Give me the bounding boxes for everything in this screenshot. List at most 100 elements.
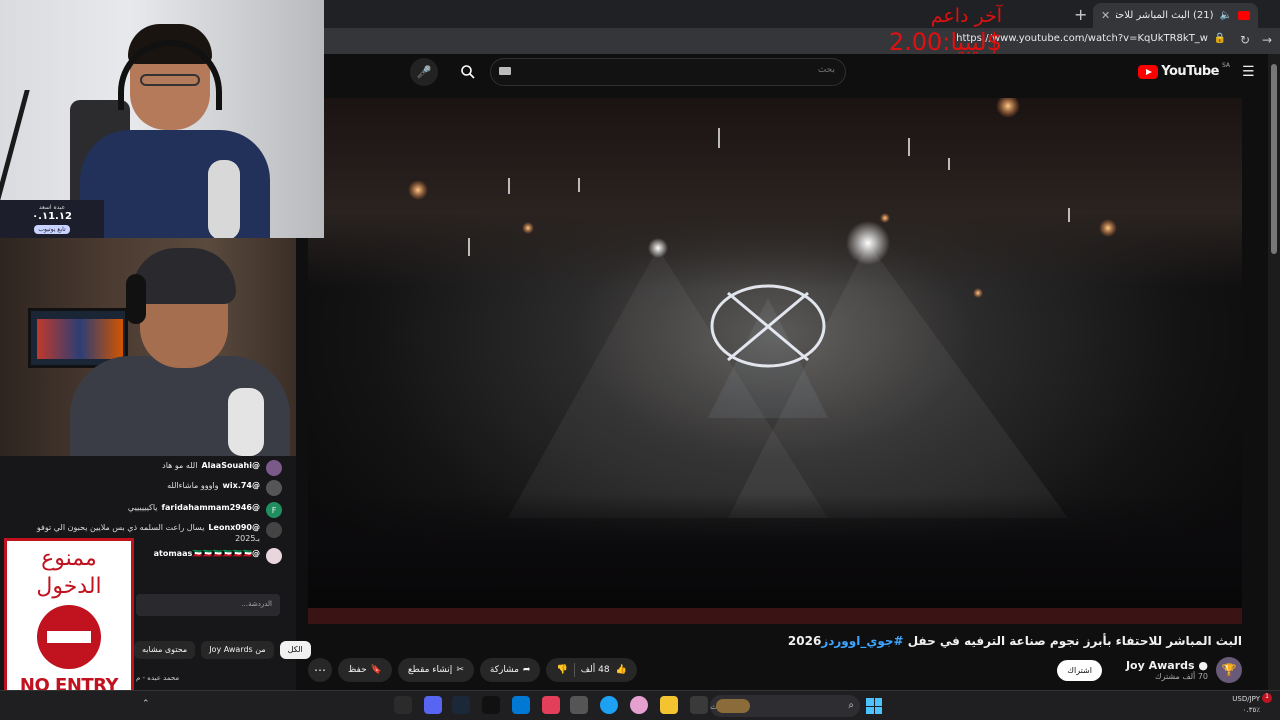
chat-avatar[interactable] <box>266 460 282 476</box>
no-entry-icon <box>37 605 101 669</box>
page-scrollbar[interactable] <box>1268 54 1280 690</box>
task-view-icon[interactable] <box>690 696 708 714</box>
browser-tab-bar: + 🔈 (21) البث المباشر للاحتفاء بأبرز نـ … <box>324 0 1280 28</box>
video-title-year: 2026 <box>787 634 822 648</box>
back-arrow-icon[interactable]: → <box>1262 33 1272 47</box>
chat-text: واووو ماشاءالله <box>167 481 219 490</box>
like-dislike-group: 👍 48 ألف 👎 <box>546 658 637 682</box>
hashtag-link[interactable]: #جوي_اووردز <box>821 634 903 648</box>
more-options-icon[interactable]: ⋯ <box>308 658 332 682</box>
no-entry-ar-line1: ممنوع <box>41 546 97 571</box>
chat-input[interactable]: الدردشة... <box>136 594 280 616</box>
filter-chips: الكل من Joy Awards محتوى مشابه <box>134 641 311 659</box>
channel-row: 🏆 ● Joy Awards 70 ألف مشترك اشتراك <box>1057 655 1242 685</box>
chip-all[interactable]: الكل <box>279 641 311 659</box>
clip-button[interactable]: ✂ إنشاء مقطع <box>397 658 474 682</box>
channel-avatar[interactable]: 🏆 <box>1216 657 1242 683</box>
widget-name: عبده اسعد <box>38 204 66 211</box>
capcut-icon[interactable] <box>482 696 500 714</box>
search-box[interactable] <box>490 58 846 86</box>
video-player[interactable] <box>308 98 1242 624</box>
youtube-favicon-icon <box>1238 11 1250 20</box>
youtube-logo[interactable]: YouTube SA <box>1138 62 1230 79</box>
voice-search-mic-icon[interactable]: 🎤 <box>410 58 438 86</box>
steam-icon[interactable] <box>452 696 470 714</box>
speaker-icon[interactable]: 🔈 <box>1220 10 1232 21</box>
taskbar: ⌃ بحث ⌕ USD/JPY ٠.٣٥٪ 1 <box>0 690 1280 720</box>
subscriber-count: 70 ألف مشترك <box>1154 672 1208 681</box>
channel-name[interactable]: ● Joy Awards <box>1126 659 1208 672</box>
address-bar[interactable]: → ↻ 🔒 https://www.youtube.com/watch?v=Kq… <box>324 28 1280 54</box>
like-button[interactable]: 👍 <box>616 665 627 675</box>
browser-tab[interactable]: 🔈 (21) البث المباشر للاحتفاء بأبرز نـ ✕ <box>1093 3 1258 28</box>
chat-avatar[interactable] <box>266 480 282 496</box>
headset-icon <box>126 274 146 324</box>
notification-badge[interactable]: 1 <box>1262 693 1272 703</box>
microphone <box>208 160 240 238</box>
no-entry-ar-line2: الدخول <box>36 574 102 599</box>
scrollbar-thumb[interactable] <box>1271 64 1277 254</box>
chat-username[interactable]: @faridahammam2946 <box>162 503 260 512</box>
taskbar-search[interactable]: بحث ⌕ <box>710 695 860 717</box>
chat-message: @AlaaSouahiالله مو هاد <box>32 460 282 476</box>
chip-related[interactable]: محتوى مشابه <box>134 641 196 659</box>
subscribe-button[interactable]: اشتراك <box>1057 659 1102 681</box>
divider <box>573 663 575 677</box>
app-icon-red[interactable] <box>542 696 560 714</box>
no-entry-sign: ممنوع الدخول NO ENTRY <box>4 538 134 714</box>
search-input[interactable] <box>535 65 835 75</box>
app-icon-stream[interactable] <box>394 696 412 714</box>
related-video-title[interactable]: محمد عبده - م <box>136 674 179 682</box>
microphone <box>228 388 264 456</box>
search-button[interactable] <box>452 58 484 86</box>
discord-icon[interactable] <box>424 696 442 714</box>
audience <box>308 494 1242 624</box>
dislike-button-icon[interactable]: 👎 <box>556 665 567 675</box>
chat-username[interactable]: @wix.74 <box>223 481 260 490</box>
close-tab-icon[interactable]: ✕ <box>1101 9 1110 22</box>
copilot-icon[interactable] <box>630 696 648 714</box>
chat-text: الله مو هاد <box>162 461 198 470</box>
app-icon-grey[interactable] <box>570 696 588 714</box>
share-icon: ➦ <box>522 665 531 675</box>
chat-avatar[interactable]: F <box>266 502 282 518</box>
share-button[interactable]: ➦ مشاركة <box>479 658 541 682</box>
currency-change: ٠.٣٥٪ <box>1242 706 1260 714</box>
follow-badge: تابع يوتيوب <box>34 225 70 234</box>
scissors-icon: ✂ <box>456 665 464 675</box>
chat-text: 🇰🇼🇰🇼🇰🇼🇰🇼🇰🇼🇰🇼 <box>192 549 252 558</box>
currency-widget[interactable]: USD/JPY ٠.٣٥٪ <box>1232 694 1260 716</box>
file-explorer-icon[interactable] <box>660 696 678 714</box>
country-code: SA <box>1221 62 1230 69</box>
hamburger-menu-icon[interactable]: ☰ <box>1242 65 1256 79</box>
video-title: البث المباشر للاحتفاء بأبرز نجوم صناعة ا… <box>788 634 1242 648</box>
chip-from-channel[interactable]: من Joy Awards <box>201 641 274 659</box>
new-tab-button[interactable]: + <box>1074 5 1087 24</box>
streamer-1 <box>80 24 270 238</box>
site-info-icon[interactable]: 🔒 <box>1214 33 1226 44</box>
youtube-header: 🎤 YouTube SA ☰ <box>324 54 1280 94</box>
chat-username[interactable]: @Leonx090 <box>208 523 260 532</box>
share-label: مشاركة <box>489 665 519 675</box>
chat-avatar[interactable] <box>266 548 282 564</box>
search-icon <box>461 65 475 79</box>
currency-pair: USD/JPY <box>1232 695 1260 703</box>
reload-icon[interactable]: ↻ <box>1240 33 1250 47</box>
last-donor-label: آخر داعم <box>930 5 1002 27</box>
widget-value: ٠.١1.١2 <box>32 211 72 222</box>
tray-overflow-icon[interactable]: ⌃ <box>142 699 150 709</box>
webcam-streamer-2 <box>0 238 296 456</box>
channel-name-text[interactable]: Joy Awards <box>1126 659 1195 672</box>
outlook-icon[interactable] <box>512 696 530 714</box>
edge-icon[interactable] <box>600 696 618 714</box>
keyboard-icon[interactable] <box>499 67 511 75</box>
bookmark-icon: 🔖 <box>370 665 382 675</box>
like-count[interactable]: 48 ألف <box>581 665 610 675</box>
save-button[interactable]: 🔖 حفظ <box>338 658 392 682</box>
screen: + 🔈 (21) البث المباشر للاحتفاء بأبرز نـ … <box>0 0 1280 720</box>
video-actions: 👍 48 ألف 👎 ➦ مشاركة ✂ إنشاء مقطع 🔖 حفظ ⋯ <box>308 658 637 682</box>
chat-username[interactable]: @AlaaSouahi <box>201 461 260 470</box>
chat-avatar[interactable] <box>266 522 282 538</box>
chat-text: ياكييييييي <box>127 503 158 512</box>
windows-start-icon[interactable] <box>866 698 882 714</box>
